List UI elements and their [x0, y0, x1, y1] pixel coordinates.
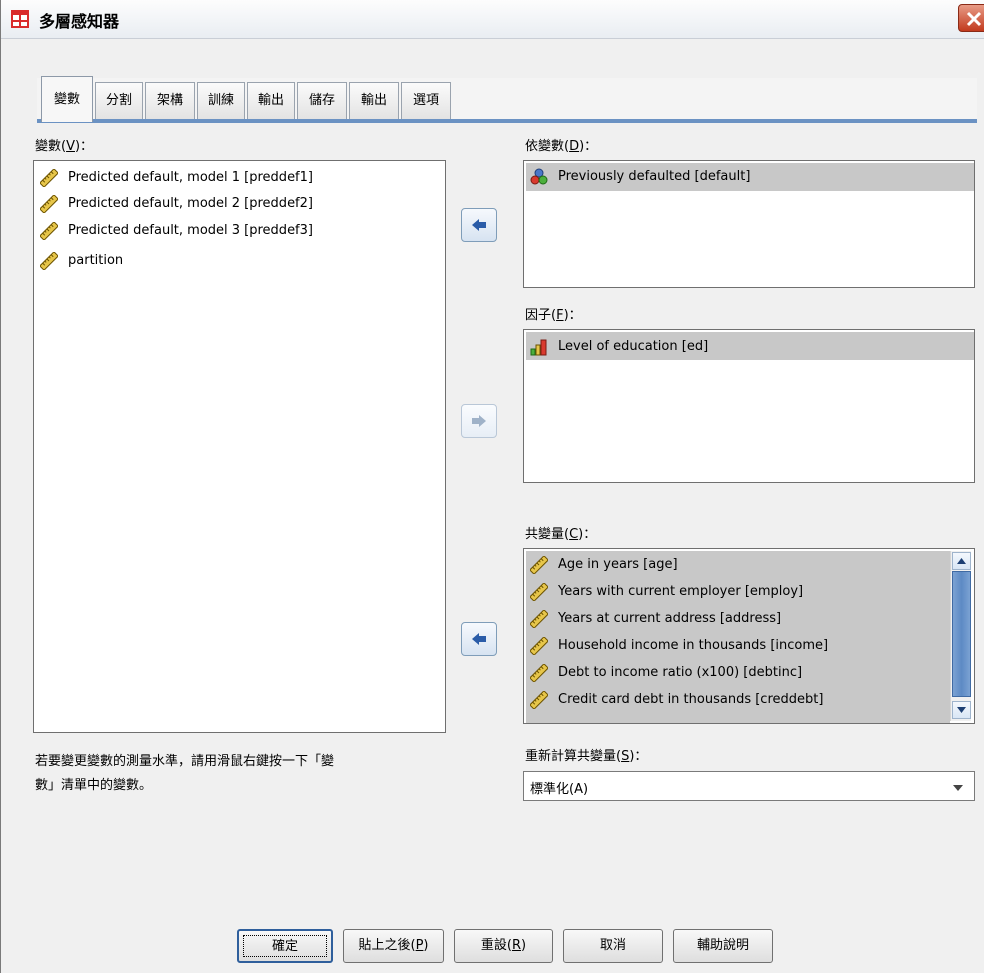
covariates-listbox[interactable]: Age in years [age] Years with current em…: [523, 548, 975, 724]
covariates-scrollbar[interactable]: [950, 551, 971, 721]
move-to-covariates-button[interactable]: [461, 622, 497, 656]
list-item-label: Debt to income ratio (x100) [debtinc]: [558, 665, 803, 680]
list-item-label: Household income in thousands [income]: [558, 638, 829, 653]
tab-options[interactable]: 選項: [401, 82, 451, 119]
variables-listbox[interactable]: Predicted default, model 1 [preddef1] Pr…: [33, 160, 446, 733]
tab-label: 變數: [53, 92, 80, 107]
ruler-icon: [530, 637, 548, 655]
scroll-down-button[interactable]: [952, 701, 971, 719]
title-bar[interactable]: 多層感知器: [1, 0, 984, 39]
button-label: 輔助說明: [696, 938, 749, 953]
list-item-label: Predicted default, model 2 [preddef2]: [68, 196, 313, 211]
tab-variables[interactable]: 變數: [41, 76, 93, 122]
measurement-hint-line2: 數」清單中的變數。: [35, 778, 153, 793]
list-item-label: Predicted default, model 1 [preddef1]: [68, 170, 313, 185]
factors-listbox[interactable]: Level of education [ed]: [523, 329, 975, 483]
list-item-label: Predicted default, model 3 [preddef3]: [68, 223, 313, 238]
scroll-thumb[interactable]: [952, 571, 971, 697]
nominal-circles-icon: [530, 168, 548, 185]
tab-label: 輸出: [360, 93, 387, 108]
ruler-icon: [40, 195, 58, 213]
covariates-label: 共變量(C)：: [525, 527, 597, 542]
tab-label: 儲存: [308, 93, 335, 108]
cancel-button[interactable]: 取消: [563, 929, 663, 963]
dependent-label: 依變數(D)：: [525, 139, 598, 154]
help-button[interactable]: 輔助說明: [673, 929, 773, 963]
tab-architecture[interactable]: 架構: [145, 82, 195, 119]
reset-button[interactable]: 重設(R): [454, 929, 553, 963]
triangle-down-icon: [957, 707, 966, 713]
tab-label: 分割: [105, 93, 132, 108]
tab-save[interactable]: 儲存: [297, 82, 347, 119]
ruler-icon: [40, 222, 58, 240]
ruler-icon: [40, 169, 58, 187]
dependent-listbox[interactable]: Previously defaulted [default]: [523, 160, 975, 288]
arrow-left-icon: [472, 219, 486, 231]
factors-label: 因子(F)：: [525, 308, 582, 323]
chevron-down-icon: [953, 785, 963, 791]
scroll-up-button[interactable]: [952, 552, 971, 570]
close-button[interactable]: [958, 4, 984, 32]
list-item-label: partition: [68, 253, 124, 268]
app-grid-icon: [11, 10, 29, 28]
tab-label: 選項: [412, 93, 439, 108]
ruler-icon: [530, 610, 548, 628]
list-item-label: Years with current employer [employ]: [558, 584, 804, 599]
focus-rect: [243, 935, 327, 957]
window-title: 多層感知器: [39, 12, 120, 31]
move-to-factors-button[interactable]: [461, 404, 497, 438]
triangle-up-icon: [957, 558, 966, 564]
tab-partitions[interactable]: 分割: [95, 82, 143, 119]
list-item-label: Previously defaulted [default]: [558, 169, 751, 184]
tab-training[interactable]: 訓練: [197, 82, 245, 119]
tab-label: 架構: [156, 93, 183, 108]
tab-label: 訓練: [207, 93, 234, 108]
variables-label: 變數(V)：: [35, 139, 94, 154]
move-to-dependent-button[interactable]: [461, 208, 497, 242]
list-item-label: Years at current address [address]: [558, 611, 782, 626]
ruler-icon: [40, 252, 58, 270]
rescale-dropdown[interactable]: 標準化(A): [523, 771, 975, 801]
ruler-icon: [530, 583, 548, 601]
rescale-value: 標準化(A): [530, 782, 589, 797]
dialog-window: 多層感知器 變數 分割 架構 訓練 輸出 儲存 輸出 選項 變數(V)： Pre…: [0, 0, 984, 973]
arrow-right-icon: [472, 415, 486, 427]
tab-export[interactable]: 輸出: [349, 82, 399, 119]
list-item-label: Age in years [age]: [558, 557, 678, 572]
ruler-icon: [530, 556, 548, 574]
measurement-hint-line1: 若要變更變數的測量水準，請用滑鼠右鍵按一下「變: [35, 754, 335, 769]
ruler-icon: [530, 691, 548, 709]
ok-button[interactable]: 確定: [237, 929, 333, 963]
tab-underline: [37, 119, 977, 123]
rescale-label: 重新計算共變量(S)：: [525, 749, 648, 764]
arrow-left-icon: [472, 633, 486, 645]
ruler-icon: [530, 664, 548, 682]
tab-label: 輸出: [257, 93, 284, 108]
ordinal-bars-icon: [530, 339, 547, 356]
list-item-label: Level of education [ed]: [558, 339, 709, 354]
tab-output[interactable]: 輸出: [247, 82, 295, 119]
list-item-label: Credit card debt in thousands [creddebt]: [558, 692, 824, 707]
close-icon: [966, 11, 982, 27]
button-label: 取消: [599, 938, 626, 953]
paste-button[interactable]: 貼上之後(P): [343, 929, 444, 963]
